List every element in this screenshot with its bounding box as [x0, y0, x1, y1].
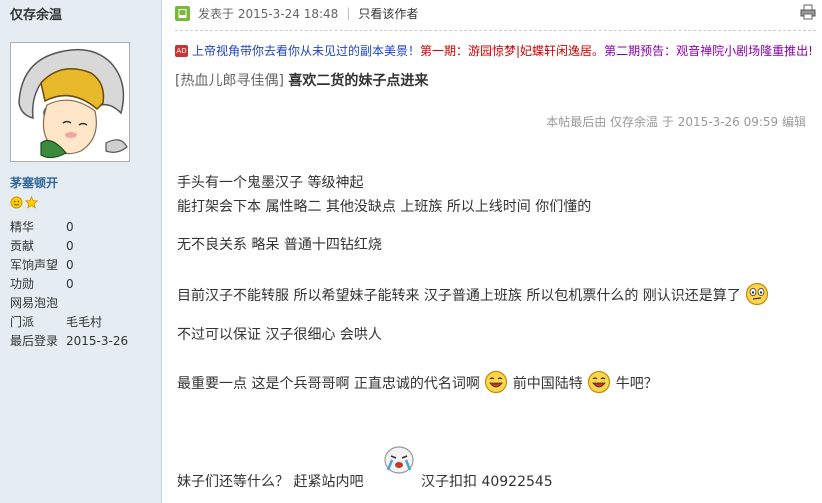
online-status-icon	[175, 5, 190, 21]
ad-banner[interactable]: AD 上帝视角带你去看你从未见过的副本美景！ 第一期：游园惊梦|妃蝶轩闲逸居。 …	[175, 42, 813, 59]
post-line-with-emoji: 最重要一点 这是个兵哥哥啊 正直忠诚的代名词啊 前中国陆特 牛吧？	[177, 370, 658, 398]
avatar[interactable]	[10, 42, 130, 162]
post-line: 目前汉子不能转服 所以希望妹子能转来 汉子普通上班族 所以包机票什么的 刚认识还…	[177, 288, 741, 304]
stat-row: 门派 毛毛村	[10, 315, 103, 329]
user-group[interactable]: 茅塞顿开	[10, 174, 58, 191]
post-line: 前中国陆特	[512, 376, 583, 392]
user-stats: 精华 0 贡献 0 军饷声望 0 功勋 0 网易泡泡 门派 毛毛村 最后登录 2015-3-…	[10, 218, 128, 351]
post-main: 发表于 2015-3-24 18:48 | 只看该作者 AD 上帝视角带你去看你…	[163, 0, 822, 503]
post-line: 妹子们还等什么？ 赶紧站内吧	[177, 474, 364, 490]
puzzled-face-icon	[745, 282, 769, 310]
stat-row: 最后登录 2015-3-26	[10, 334, 129, 348]
post-line: 手头有一个鬼墨汉子 等级神起	[177, 175, 364, 191]
author-only-link[interactable]: 只看该作者	[358, 5, 418, 22]
post-title: [热血儿郎寻佳偶] 喜欢二货的妹子点进来	[175, 70, 428, 90]
edit-note: 本帖最后由 仅存余温 于 2015-3-26 09:59 编辑	[546, 115, 806, 129]
stat-row: 贡献 0	[10, 239, 74, 253]
post-line: 最重要一点 这是个兵哥哥啊 正直忠诚的代名词啊	[177, 376, 480, 392]
post-category[interactable]: [热血儿郎寻佳偶]	[175, 73, 284, 89]
post-line: 不过可以保证 汉子很细心 会哄人	[177, 327, 382, 343]
avatar-image	[11, 43, 129, 161]
user-sidebar: 仅存余温 茅塞顿开 精华 0 贡献 0 军饷声望 0 功勋 0 网易泡泡 门派 毛毛村 最…	[0, 0, 162, 503]
stat-row: 军饷声望 0	[10, 258, 74, 272]
post-line: 牛吧？	[615, 376, 658, 392]
post-line: 无不良关系 略呆 普通十四钻红烧	[177, 237, 382, 253]
crying-face-icon	[382, 442, 416, 480]
laughing-face-icon	[587, 370, 611, 398]
divider	[175, 30, 816, 31]
ad-badge-icon: AD	[175, 44, 188, 57]
meta-separator: |	[346, 6, 351, 20]
laughing-face-icon	[484, 370, 508, 398]
ad-text-3[interactable]: 第二期预告：观音禅院小剧场隆重推出!	[604, 42, 813, 59]
ad-text-2[interactable]: 第一期：游园惊梦|妃蝶轩闲逸居。	[420, 42, 604, 59]
stat-row: 精华 0	[10, 220, 74, 234]
post-meta: 发表于 2015-3-24 18:48 | 只看该作者	[175, 4, 418, 22]
print-icon[interactable]	[800, 4, 816, 20]
post-date: 发表于 2015-3-24 18:48	[198, 6, 339, 21]
user-rank	[10, 195, 39, 209]
sun-icon	[10, 196, 23, 209]
stat-row: 功勋 0	[10, 277, 74, 291]
username[interactable]: 仅存余温	[10, 4, 62, 23]
star-icon	[24, 195, 39, 209]
stat-row: 网易泡泡	[10, 296, 59, 310]
ad-text-1[interactable]: 上帝视角带你去看你从未见过的副本美景！	[192, 42, 420, 59]
post-line: 汉子扣扣 40922545	[421, 474, 553, 490]
post-line-with-emoji: 目前汉子不能转服 所以希望妹子能转来 汉子普通上班族 所以包机票什么的 刚认识还…	[177, 282, 769, 310]
post-title-text: 喜欢二货的妹子点进来	[288, 73, 429, 89]
post-line: 能打架会下本 属性略二 其他没缺点 上班族 所以上线时间 你们懂的	[177, 199, 592, 215]
